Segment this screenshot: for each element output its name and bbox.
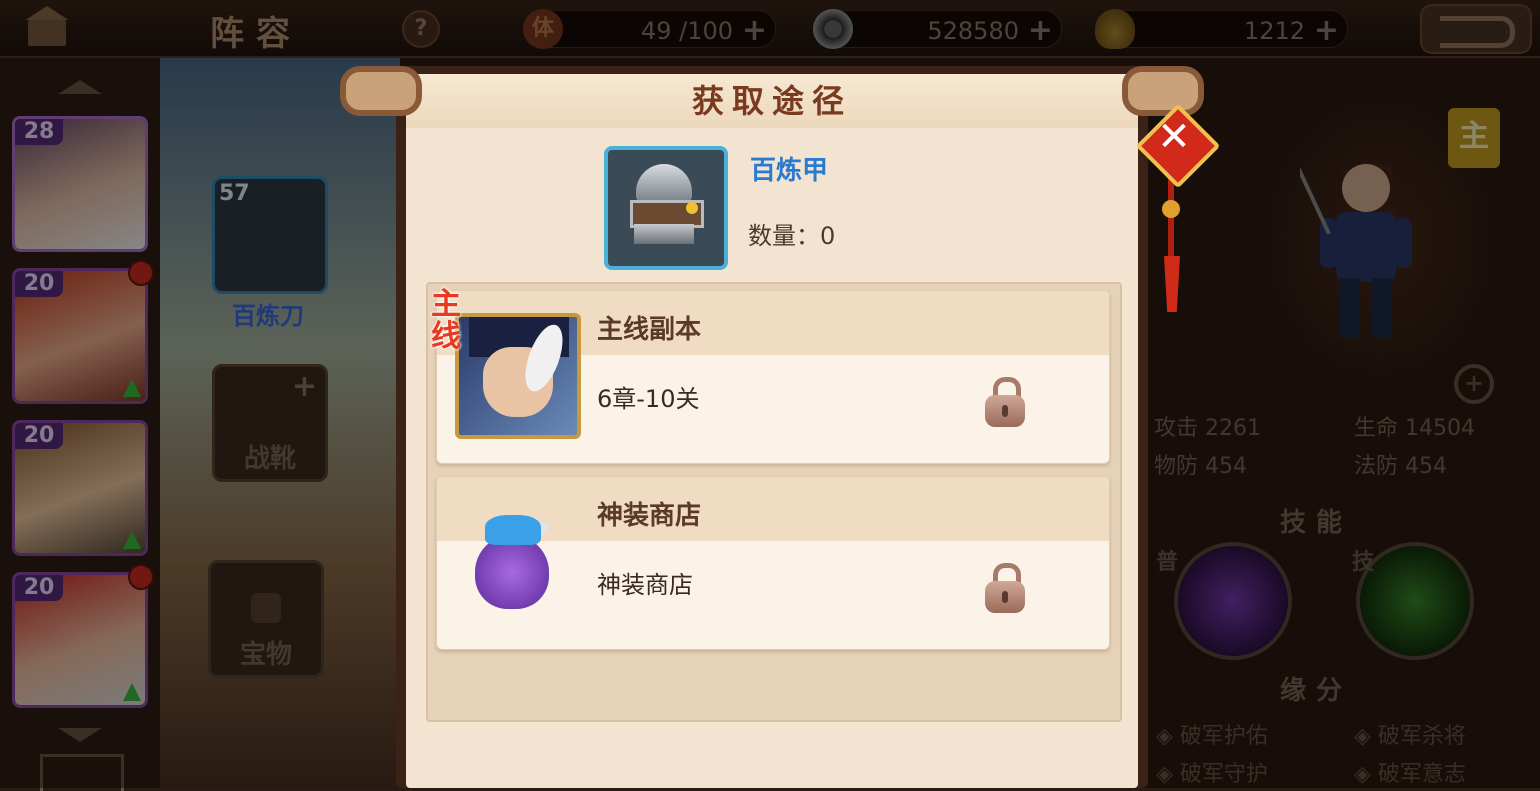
acquisition-dialog: 获取途径 百炼甲 数量：0 主线 主线副本 6章-10关 神装商店 神装商店 ✕ (340, 66, 1221, 788)
close-button[interactable]: ✕ (1135, 103, 1221, 189)
item-quantity: 数量：0 (748, 222, 836, 250)
bag-body (475, 535, 549, 609)
armor-gem (686, 202, 698, 214)
main-story-tag: 主线 (431, 287, 461, 354)
armor-plate (636, 164, 692, 202)
source-name: 主线副本 (597, 315, 702, 345)
source-card-main-stage[interactable]: 主线 主线副本 6章-10关 (431, 289, 1110, 464)
item-name: 百炼甲 (750, 156, 829, 186)
close-icon: ✕ (1157, 114, 1191, 160)
lock-keyhole (1002, 405, 1008, 417)
tassel-string (1168, 178, 1174, 258)
source-name: 神装商店 (597, 501, 702, 531)
source-description: 6章-10关 (597, 385, 700, 413)
boss-portrait (455, 313, 581, 439)
source-list: 主线 主线副本 6章-10关 神装商店 神装商店 (426, 282, 1122, 722)
lock-keyhole (1002, 591, 1008, 603)
lock-icon (985, 563, 1025, 615)
tassel-bead (1162, 200, 1180, 218)
bag-tie (485, 515, 541, 545)
dialog-title: 获取途径 (691, 82, 852, 120)
source-card-equipment-shop[interactable]: 神装商店 神装商店 (436, 476, 1110, 650)
source-description: 神装商店 (597, 571, 693, 599)
shop-bag-icon (465, 505, 573, 615)
armor-item-icon (604, 146, 728, 270)
lock-icon (985, 377, 1025, 429)
armor-base (634, 224, 694, 244)
